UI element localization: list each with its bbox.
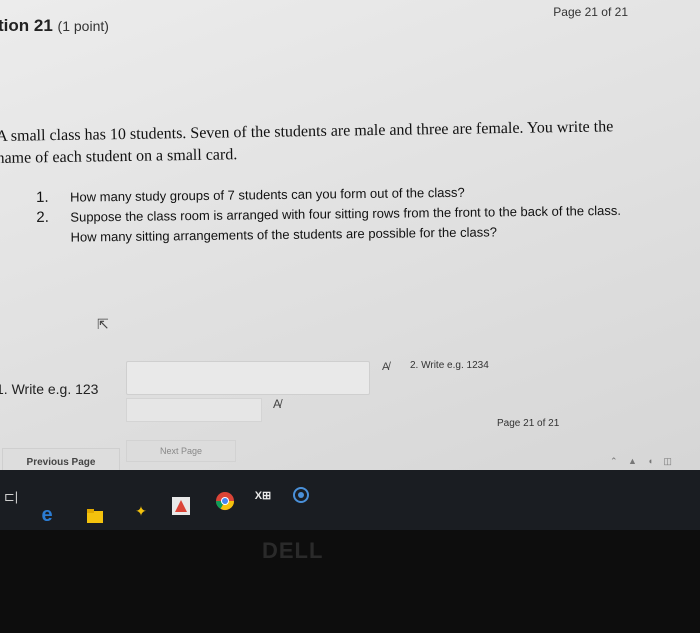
- question-number: 21: [33, 16, 53, 35]
- list-item-text: How many sitting arrangements of the stu…: [70, 224, 497, 245]
- list-item-number: 2.: [36, 208, 49, 226]
- answer-1-label: 1. Write e.g. 123: [0, 381, 99, 397]
- question-list: 1. How many study groups of 7 students c…: [36, 181, 621, 248]
- answer-2-label: 2. Write e.g. 1234: [410, 360, 489, 371]
- question-heading: tion 21 (1 point): [0, 16, 109, 36]
- excel-icon[interactable]: X⊞: [252, 484, 274, 506]
- mouse-cursor-icon: ⇱: [97, 316, 109, 332]
- question-prefix: tion: [0, 16, 30, 35]
- system-tray[interactable]: ⌃ ▲ ◖ ◫: [610, 456, 676, 467]
- answer-2-input[interactable]: [126, 398, 262, 422]
- file-explorer-icon[interactable]: [84, 505, 106, 527]
- previous-page-button[interactable]: Previous Page: [2, 448, 120, 470]
- page-indicator-top: Page 21 of 21: [553, 5, 628, 19]
- task-view-icon[interactable]: ⊏|: [0, 486, 22, 508]
- question-points: (1 point): [57, 18, 109, 34]
- spellcheck-icon[interactable]: A̸: [382, 361, 389, 373]
- list-item-number: 1.: [36, 188, 49, 206]
- page-indicator-bottom: Page 21 of 21: [497, 418, 560, 429]
- laptop-bezel: [0, 530, 700, 633]
- dell-logo: DELL: [262, 538, 324, 563]
- app-circle-icon[interactable]: [290, 484, 312, 506]
- chrome-icon[interactable]: [214, 490, 236, 512]
- question-text: A small class has 10 students. Seven of …: [0, 115, 700, 170]
- edge-browser-icon[interactable]: e: [36, 504, 58, 526]
- answer-1-input[interactable]: [126, 361, 370, 395]
- mail-icon[interactable]: ✦: [130, 500, 152, 522]
- screen: Page 21 of 21 tion 21 (1 point) A small …: [0, 0, 700, 470]
- app-red-icon[interactable]: [170, 495, 192, 517]
- next-page-button[interactable]: Next Page: [126, 440, 236, 462]
- spellcheck-icon[interactable]: A̸: [273, 397, 281, 411]
